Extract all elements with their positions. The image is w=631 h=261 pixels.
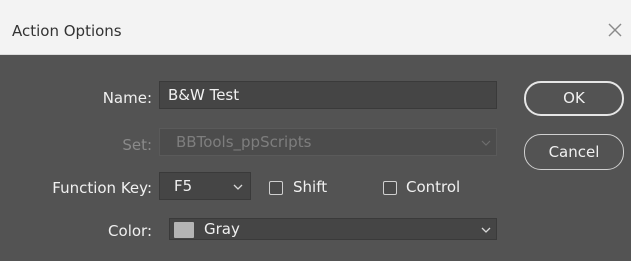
name-value: B&W Test [168,86,240,104]
name-input[interactable]: B&W Test [159,81,497,109]
dialog-title: Action Options [12,22,122,40]
chevron-down-icon [481,227,491,233]
color-value: Gray [204,220,240,238]
cancel-button[interactable]: Cancel [524,134,624,170]
chevron-down-icon [233,184,243,190]
dialog-titlebar: Action Options [0,0,631,55]
color-label: Color: [108,222,152,240]
name-label: Name: [102,89,152,107]
dialog-body: Name: B&W Test Set: BBTools_ppScripts Fu… [0,55,631,261]
control-label: Control [406,178,461,196]
function-key-select[interactable]: F5 [159,172,251,200]
shift-label: Shift [293,178,328,196]
function-key-value: F5 [174,177,193,195]
color-select[interactable]: Gray [169,218,497,240]
set-value: BBTools_ppScripts [176,133,312,151]
shift-checkbox[interactable] [269,181,283,195]
set-label: Set: [122,136,152,154]
ok-button[interactable]: OK [524,81,624,116]
action-options-dialog: Action Options Name: B&W Test Set: BBToo… [0,0,631,261]
color-swatch [174,222,194,238]
control-checkbox[interactable] [383,181,397,195]
function-key-label: Function Key: [52,179,152,197]
set-select[interactable]: BBTools_ppScripts [159,128,497,156]
close-icon[interactable] [605,20,625,40]
chevron-down-icon [481,140,491,146]
